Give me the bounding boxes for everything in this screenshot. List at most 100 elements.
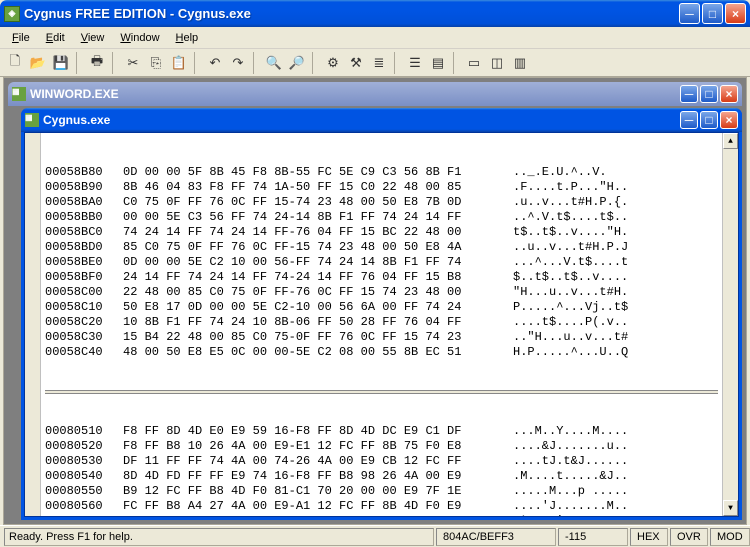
hex-bytes[interactable]: 8D 4D FD FF FF E9 74 16-F8 FF B8 98 26 4…: [123, 469, 513, 484]
hex-bytes[interactable]: 00 00 5E C3 56 FF 74 24-14 8B F1 FF 74 2…: [123, 210, 513, 225]
hex-bytes[interactable]: 85 C0 75 0F FF 76 0C FF-15 74 23 48 00 5…: [123, 240, 513, 255]
tool4-button[interactable]: ☰: [404, 52, 426, 74]
hex-bytes[interactable]: 50 E8 17 0D 00 00 5E C2-10 00 56 6A 00 F…: [123, 300, 513, 315]
open-button[interactable]: 📂: [27, 52, 49, 74]
mdi-max-button[interactable]: □: [700, 111, 718, 129]
new-button[interactable]: 🗋: [4, 52, 26, 74]
cut-button[interactable]: ✂: [122, 52, 144, 74]
hex-ascii[interactable]: ..u..v...t#H.P.J: [513, 240, 718, 255]
hex-ascii[interactable]: .."H...u..v...t#: [513, 330, 718, 345]
tool3-button[interactable]: ≣: [368, 52, 390, 74]
hex-bytes[interactable]: B4 60 FD FF B8 C8 27 4A-00 E9 8F 12 FC F…: [123, 514, 513, 516]
mdi-close-button[interactable]: ×: [720, 85, 738, 103]
hex-ascii[interactable]: .`....'J........: [513, 514, 718, 516]
hex-bytes[interactable]: 24 14 FF 74 24 14 FF 74-24 14 FF 76 04 F…: [123, 270, 513, 285]
hex-area[interactable]: 00058B800D 00 00 5F 8B 45 F8 8B-55 FC 5E…: [41, 133, 722, 516]
hex-ascii[interactable]: ....t$....P(.v..: [513, 315, 718, 330]
hex-bytes[interactable]: DF 11 FF FF 74 4A 00 74-26 4A 00 E9 CB 1…: [123, 454, 513, 469]
hex-row[interactable]: 00080560FC FF B8 A4 27 4A 00 E9-A1 12 FC…: [45, 499, 718, 514]
tile-h-button[interactable]: ▭: [463, 52, 485, 74]
paste-button[interactable]: 📋: [168, 52, 190, 74]
hex-row[interactable]: 00058BA0C0 75 0F FF 76 0C FF 15-74 23 48…: [45, 195, 718, 210]
cascade-button[interactable]: ▥: [509, 52, 531, 74]
redo-button[interactable]: ↷: [227, 52, 249, 74]
mdi-close-button[interactable]: ×: [720, 111, 738, 129]
hex-ascii[interactable]: H.P.....^...U..Q: [513, 345, 718, 360]
hex-ascii[interactable]: P.....^...Vj..t$: [513, 300, 718, 315]
menu-file[interactable]: File: [4, 29, 38, 47]
hex-bytes[interactable]: 22 48 00 85 C0 75 0F FF-76 0C FF 15 74 2…: [123, 285, 513, 300]
hex-row[interactable]: 00058BC074 24 14 FF 74 24 14 FF-76 04 FF…: [45, 225, 718, 240]
hex-ascii[interactable]: $..t$..t$..v....: [513, 270, 718, 285]
hex-row[interactable]: 00058BB000 00 5E C3 56 FF 74 24-14 8B F1…: [45, 210, 718, 225]
hex-row[interactable]: 00058B800D 00 00 5F 8B 45 F8 8B-55 FC 5E…: [45, 165, 718, 180]
hex-bytes[interactable]: 0D 00 00 5F 8B 45 F8 8B-55 FC 5E C9 C3 5…: [123, 165, 513, 180]
hex-ascii[interactable]: "H...u..v...t#H.: [513, 285, 718, 300]
hex-bytes[interactable]: C0 75 0F FF 76 0C FF 15-74 23 48 00 50 E…: [123, 195, 513, 210]
split-divider[interactable]: [45, 390, 718, 394]
save-button[interactable]: 💾: [50, 52, 72, 74]
hex-ascii[interactable]: ....tJ.t&J......: [513, 454, 718, 469]
menu-help[interactable]: Help: [168, 29, 207, 47]
vscrollbar[interactable]: ▲ ▼: [722, 133, 738, 516]
hex-bytes[interactable]: 48 00 50 E8 E5 0C 00 00-5E C2 08 00 55 8…: [123, 345, 513, 360]
tile-v-button[interactable]: ◫: [486, 52, 508, 74]
hex-row[interactable]: 00058C1050 E8 17 0D 00 00 5E C2-10 00 56…: [45, 300, 718, 315]
hex-ascii[interactable]: t$..t$..v...."H.: [513, 225, 718, 240]
hex-row[interactable]: 00080530DF 11 FF FF 74 4A 00 74-26 4A 00…: [45, 454, 718, 469]
hex-bytes[interactable]: F8 FF B8 10 26 4A 00 E9-E1 12 FC FF 8B 7…: [123, 439, 513, 454]
hex-bytes[interactable]: F8 FF 8D 4D E0 E9 59 16-F8 FF 8D 4D DC E…: [123, 424, 513, 439]
hex-bytes[interactable]: 8B 46 04 83 F8 FF 74 1A-50 FF 15 C0 22 4…: [123, 180, 513, 195]
hex-row[interactable]: 00058BE00D 00 00 5E C2 10 00 56-FF 74 24…: [45, 255, 718, 270]
copy-button[interactable]: ⎘: [145, 52, 167, 74]
mdi-min-button[interactable]: ─: [680, 111, 698, 129]
tool1-button[interactable]: ⚙: [322, 52, 344, 74]
hex-row[interactable]: 00058C3015 B4 22 48 00 85 C0 75-0F FF 76…: [45, 330, 718, 345]
menu-window[interactable]: Window: [112, 29, 167, 47]
hex-ascii[interactable]: .M....t.....&J..: [513, 469, 718, 484]
hex-row[interactable]: 00058BD085 C0 75 0F FF 76 0C FF-15 74 23…: [45, 240, 718, 255]
hex-bytes[interactable]: B9 12 FC FF B8 4D F0 81-C1 70 20 00 00 E…: [123, 484, 513, 499]
menu-view[interactable]: View: [73, 29, 113, 47]
findnext-button[interactable]: 🔎: [286, 52, 308, 74]
hex-ascii[interactable]: ...M..Y....M....: [513, 424, 718, 439]
hex-ascii[interactable]: ..^.V.t$....t$..: [513, 210, 718, 225]
mdi-window-inactive[interactable]: ▦ WINWORD.EXE ─ □ ×: [8, 82, 742, 106]
hex-ascii[interactable]: ....'J.......M..: [513, 499, 718, 514]
mdi-active-titlebar[interactable]: ▦ Cygnus.exe ─ □ ×: [21, 108, 742, 132]
hex-ascii[interactable]: .....M...p .....: [513, 484, 718, 499]
hex-bytes[interactable]: 10 8B F1 FF 74 24 10 8B-06 FF 50 28 FF 7…: [123, 315, 513, 330]
hex-row[interactable]: 00058B908B 46 04 83 F8 FF 74 1A-50 FF 15…: [45, 180, 718, 195]
undo-button[interactable]: ↶: [204, 52, 226, 74]
menu-edit[interactable]: Edit: [38, 29, 73, 47]
scroll-up-button[interactable]: ▲: [723, 133, 738, 149]
scroll-down-button[interactable]: ▼: [723, 500, 738, 516]
hex-bytes[interactable]: FC FF B8 A4 27 4A 00 E9-A1 12 FC FF 8B 4…: [123, 499, 513, 514]
hex-bytes[interactable]: 0D 00 00 5E C2 10 00 56-FF 74 24 14 8B F…: [123, 255, 513, 270]
hex-ascii[interactable]: ...^...V.t$....t: [513, 255, 718, 270]
hex-editor[interactable]: 00058B800D 00 00 5F 8B 45 F8 8B-55 FC 5E…: [24, 132, 739, 517]
tool2-button[interactable]: ⚒: [345, 52, 367, 74]
hex-row[interactable]: 000805408D 4D FD FF FF E9 74 16-F8 FF B8…: [45, 469, 718, 484]
hex-ascii[interactable]: .F....t.P..."H..: [513, 180, 718, 195]
hex-row[interactable]: 00080550B9 12 FC FF B8 4D F0 81-C1 70 20…: [45, 484, 718, 499]
hex-ascii[interactable]: .._.E.U.^..V.: [513, 165, 718, 180]
hex-row[interactable]: 00058BF024 14 FF 74 24 14 FF 74-24 14 FF…: [45, 270, 718, 285]
hex-bytes[interactable]: 74 24 14 FF 74 24 14 FF-76 04 FF 15 BC 2…: [123, 225, 513, 240]
hex-row[interactable]: 00080520F8 FF B8 10 26 4A 00 E9-E1 12 FC…: [45, 439, 718, 454]
hex-ascii[interactable]: ....&J.......u..: [513, 439, 718, 454]
mdi-max-button[interactable]: □: [700, 85, 718, 103]
mdi-min-button[interactable]: ─: [680, 85, 698, 103]
hex-row[interactable]: 00058C2010 8B F1 FF 74 24 10 8B-06 FF 50…: [45, 315, 718, 330]
maximize-button[interactable]: □: [702, 3, 723, 24]
find-button[interactable]: 🔍: [263, 52, 285, 74]
minimize-button[interactable]: ─: [679, 3, 700, 24]
tool5-button[interactable]: ▤: [427, 52, 449, 74]
close-button[interactable]: ×: [725, 3, 746, 24]
hex-row[interactable]: 00058C0022 48 00 85 C0 75 0F FF-76 0C FF…: [45, 285, 718, 300]
hex-row[interactable]: 00058C4048 00 50 E8 E5 0C 00 00-5E C2 08…: [45, 345, 718, 360]
hex-bytes[interactable]: 15 B4 22 48 00 85 C0 75-0F FF 76 0C FF 1…: [123, 330, 513, 345]
print-button[interactable]: 🖶: [86, 52, 108, 74]
hex-ascii[interactable]: .u..v...t#H.P.{.: [513, 195, 718, 210]
hex-row[interactable]: 00080570B4 60 FD FF B8 C8 27 4A-00 E9 8F…: [45, 514, 718, 516]
